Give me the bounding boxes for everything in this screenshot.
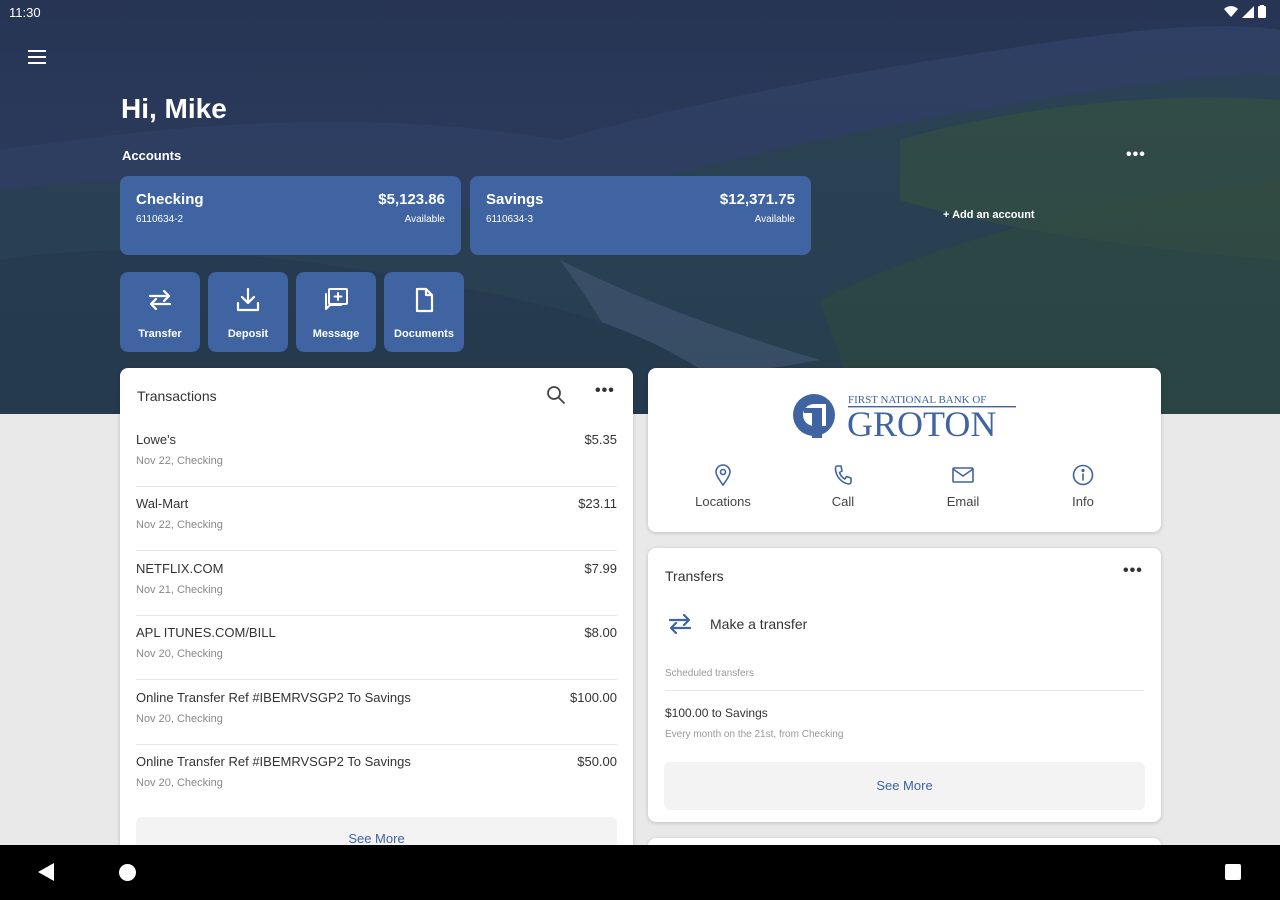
transactions-card: Transactions ••• Lowe's Nov 22, Checking… xyxy=(120,368,633,888)
quick-action-label: Transfer xyxy=(138,328,182,340)
account-balance: $5,123.86 xyxy=(378,191,445,208)
transaction-amount: $50.00 xyxy=(577,754,617,769)
transfers-title: Transfers xyxy=(665,568,724,584)
email-button[interactable]: Email xyxy=(918,464,1008,509)
bank-action-label: Locations xyxy=(695,494,751,509)
greeting: Hi, Mike xyxy=(121,93,227,124)
transaction-description: APL ITUNES.COM/BILL xyxy=(136,625,276,640)
bank-logo: FIRST NATIONAL BANK OF GROTON xyxy=(793,394,1016,444)
bank-action-label: Call xyxy=(831,494,855,509)
message-button[interactable]: Message xyxy=(296,272,376,352)
scheduled-transfers-label: Scheduled transfers xyxy=(665,668,754,679)
transaction-meta: Nov 21, Checking xyxy=(136,584,223,596)
message-icon xyxy=(325,288,348,310)
signal-icon xyxy=(1242,5,1254,18)
transaction-meta: Nov 22, Checking xyxy=(136,455,223,467)
quick-action-label: Documents xyxy=(394,328,454,340)
make-transfer-button[interactable]: Make a transfer xyxy=(666,610,807,638)
transfer-button[interactable]: Transfer xyxy=(120,272,200,352)
recent-apps-icon[interactable] xyxy=(1225,864,1241,880)
transaction-description: Online Transfer Ref #IBEMRVSGP2 To Savin… xyxy=(136,754,411,769)
balance-label: Available xyxy=(754,214,795,225)
wifi-icon xyxy=(1224,5,1238,17)
locations-button[interactable]: Locations xyxy=(678,464,768,509)
home-icon[interactable] xyxy=(119,864,136,881)
phone-icon xyxy=(834,465,852,485)
info-button[interactable]: Info xyxy=(1038,464,1128,509)
transaction-row[interactable]: Online Transfer Ref #IBEMRVSGP2 To Savin… xyxy=(136,745,617,809)
transaction-description: Wal-Mart xyxy=(136,496,189,511)
transaction-amount: $8.00 xyxy=(584,625,617,640)
quick-action-label: Deposit xyxy=(227,328,269,340)
transaction-row[interactable]: APL ITUNES.COM/BILL Nov 20, Checking $8.… xyxy=(136,616,617,680)
account-balance: $12,371.75 xyxy=(719,191,795,208)
account-card-savings[interactable]: Savings 6110634-3 $12,371.75 Available xyxy=(470,176,811,255)
info-icon xyxy=(1072,464,1094,486)
transaction-amount: $7.99 xyxy=(584,561,617,576)
transfers-more-icon[interactable]: ••• xyxy=(1123,562,1143,580)
transaction-amount: $5.35 xyxy=(584,432,617,447)
scheduled-transfer-detail: Every month on the 21st, from Checking xyxy=(665,729,844,740)
transaction-row[interactable]: Online Transfer Ref #IBEMRVSGP2 To Savin… xyxy=(136,681,617,745)
transactions-title: Transactions xyxy=(137,388,217,404)
transaction-row[interactable]: Wal-Mart Nov 22, Checking $23.11 xyxy=(136,487,617,551)
battery-icon xyxy=(1258,5,1266,18)
call-button[interactable]: Call xyxy=(798,464,888,509)
transaction-meta: Nov 20, Checking xyxy=(136,713,223,725)
back-icon[interactable] xyxy=(38,863,54,881)
menu-icon[interactable] xyxy=(24,44,50,70)
accounts-title: Accounts xyxy=(122,148,182,163)
search-icon[interactable] xyxy=(546,385,566,405)
bank-action-label: Info xyxy=(1072,494,1094,509)
status-bar: 11:30 xyxy=(0,0,1280,26)
transaction-meta: Nov 20, Checking xyxy=(136,777,223,789)
account-number: 6110634-3 xyxy=(486,214,534,225)
balance-label: Available xyxy=(404,214,445,225)
transaction-meta: Nov 20, Checking xyxy=(136,648,223,660)
transaction-description: Online Transfer Ref #IBEMRVSGP2 To Savin… xyxy=(136,690,411,705)
make-transfer-label: Make a transfer xyxy=(710,616,808,632)
transaction-meta: Nov 22, Checking xyxy=(136,519,223,531)
deposit-icon xyxy=(236,287,260,312)
transaction-row[interactable]: NETFLIX.COM Nov 21, Checking $7.99 xyxy=(136,552,617,616)
accounts-more-icon[interactable]: ••• xyxy=(1126,146,1146,164)
quick-action-label: Message xyxy=(312,328,360,340)
bank-logo-name: GROTON xyxy=(847,404,996,444)
bank-action-label: Email xyxy=(946,494,980,509)
divider xyxy=(665,690,1144,691)
deposit-button[interactable]: Deposit xyxy=(208,272,288,352)
add-account-link[interactable]: + Add an account xyxy=(943,209,1035,221)
documents-icon xyxy=(415,287,434,313)
transaction-description: NETFLIX.COM xyxy=(136,561,224,576)
transactions-more-icon[interactable]: ••• xyxy=(595,382,615,400)
transaction-amount: $100.00 xyxy=(570,690,617,705)
status-time: 11:30 xyxy=(9,5,41,20)
transaction-row[interactable]: Lowe's Nov 22, Checking $5.35 xyxy=(136,423,617,487)
transaction-amount: $23.11 xyxy=(578,496,617,511)
transfer-icon xyxy=(148,289,172,311)
location-pin-icon xyxy=(715,464,731,486)
transfer-icon xyxy=(668,613,692,635)
system-icons xyxy=(1224,5,1266,18)
transfers-see-more-button[interactable]: See More xyxy=(664,762,1145,810)
documents-button[interactable]: Documents xyxy=(384,272,464,352)
account-name: Checking xyxy=(136,191,204,208)
account-number: 6110634-2 xyxy=(136,214,184,225)
account-card-checking[interactable]: Checking 6110634-2 $5,123.86 Available xyxy=(120,176,461,255)
account-name: Savings xyxy=(486,191,544,208)
bank-card: FIRST NATIONAL BANK OF GROTON Locations … xyxy=(648,368,1161,532)
email-icon xyxy=(952,467,974,483)
transaction-description: Lowe's xyxy=(136,432,177,447)
transfers-card: Transfers ••• Make a transfer Scheduled … xyxy=(648,548,1161,822)
system-navigation-bar xyxy=(0,845,1280,900)
scheduled-transfer-item[interactable]: $100.00 to Savings xyxy=(665,706,768,720)
